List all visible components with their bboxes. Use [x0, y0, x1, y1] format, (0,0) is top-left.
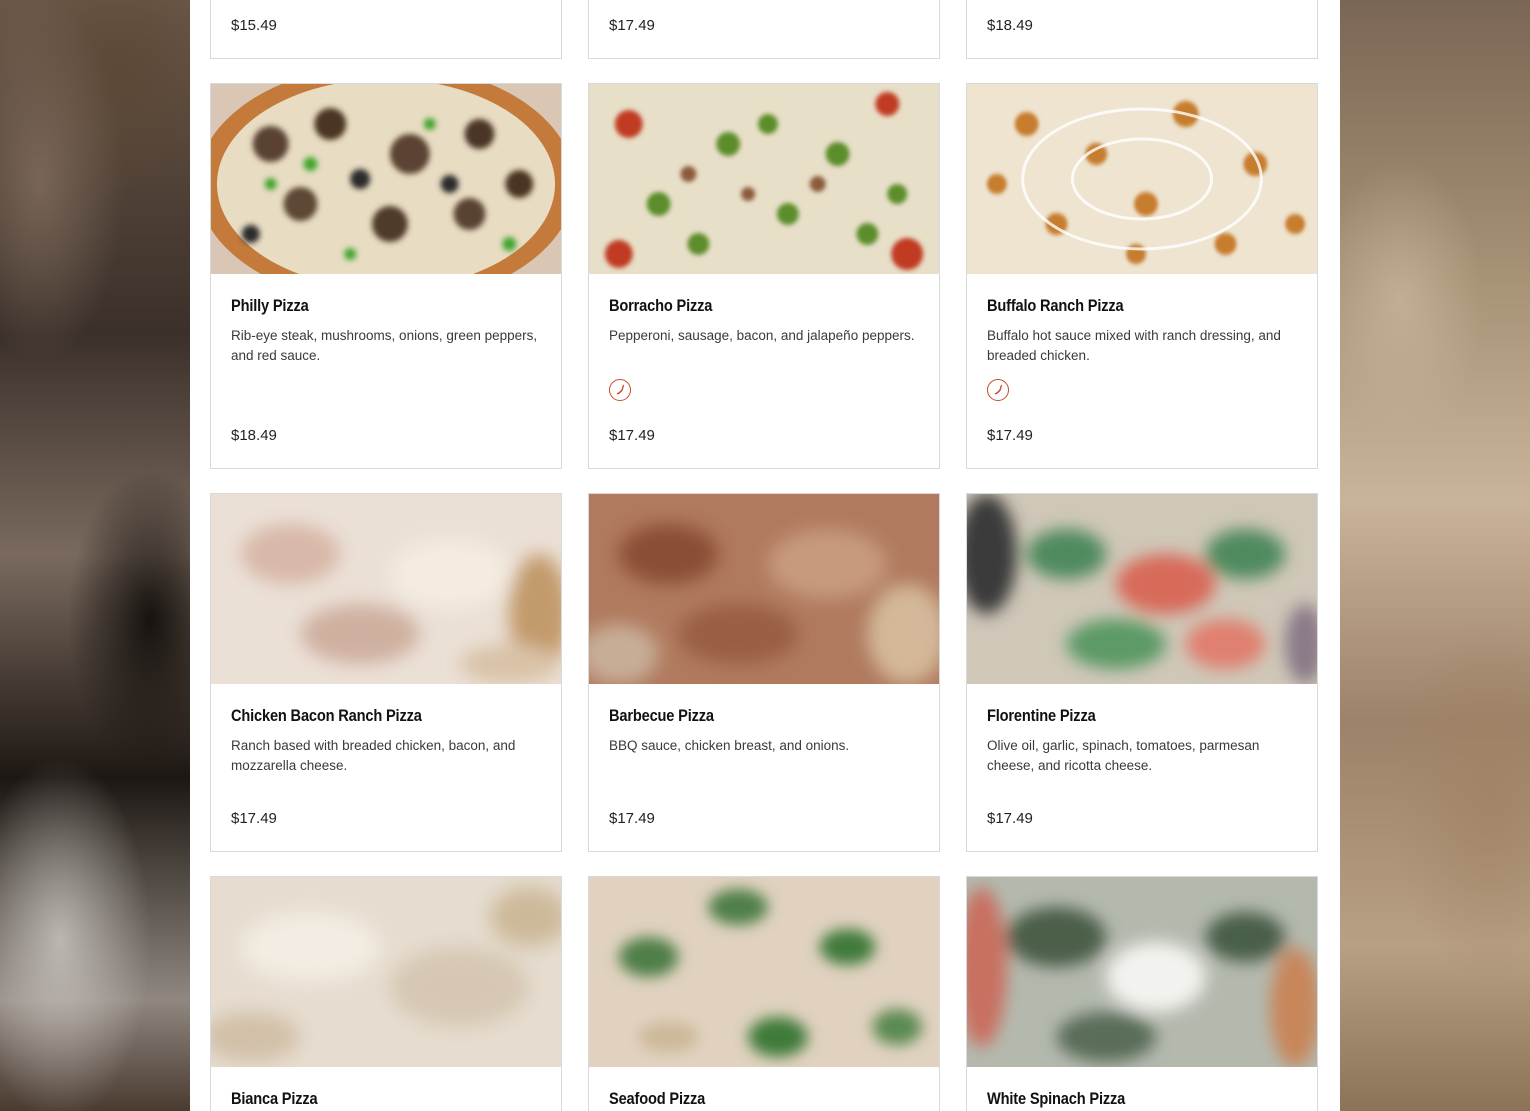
pizza-image[interactable]	[967, 877, 1317, 1067]
item-price: $17.49	[609, 17, 655, 34]
item-name: Chicken Bacon Ranch Pizza	[231, 706, 422, 725]
menu-card-seafood-pizza[interactable]: Seafood Pizza	[588, 876, 940, 1111]
item-price: $17.49	[609, 810, 655, 827]
menu-card-barbecue-pizza[interactable]: Barbecue Pizza BBQ sauce, chicken breast…	[588, 493, 940, 852]
item-description: Pepperoni, sausage, bacon, and jalapeño …	[609, 328, 915, 343]
item-price: $17.49	[609, 427, 655, 444]
menu-card-philly-pizza[interactable]: Philly Pizza Rib-eye steak, mushrooms, o…	[210, 83, 562, 469]
item-price: $18.49	[987, 17, 1033, 34]
menu-card-buffalo-ranch-pizza[interactable]: Buffalo Ranch Pizza Buffalo hot sauce mi…	[966, 83, 1318, 469]
background-right	[1340, 0, 1530, 1111]
item-price: $15.49	[231, 17, 277, 34]
pizza-image[interactable]	[589, 877, 939, 1067]
menu-card[interactable]: $17.49	[588, 0, 940, 59]
pizza-image[interactable]	[211, 877, 561, 1067]
pizza-image[interactable]	[589, 84, 939, 274]
item-name: White Spinach Pizza	[987, 1089, 1126, 1108]
item-price: $17.49	[987, 427, 1033, 444]
item-price: $18.49	[231, 427, 277, 444]
menu-card-chicken-bacon-ranch-pizza[interactable]: Chicken Bacon Ranch Pizza Ranch based wi…	[210, 493, 562, 852]
pizza-image[interactable]	[967, 494, 1317, 684]
menu-card-bianca-pizza[interactable]: Bianca Pizza	[210, 876, 562, 1111]
menu-section: $15.49 $17.49 $18.49 Philly Pizza Rib-ey…	[190, 0, 1340, 1111]
pizza-image[interactable]	[967, 84, 1317, 274]
item-description: Olive oil, garlic, spinach, tomatoes, pa…	[987, 738, 1260, 773]
item-name: Seafood Pizza	[609, 1089, 706, 1108]
background-left	[0, 0, 190, 1111]
pizza-image[interactable]	[589, 494, 939, 684]
item-price: $17.49	[231, 810, 277, 827]
menu-card[interactable]: $15.49	[210, 0, 562, 59]
item-name: Philly Pizza	[231, 296, 309, 315]
menu-card-borracho-pizza[interactable]: Borracho Pizza Pepperoni, sausage, bacon…	[588, 83, 940, 469]
menu-card-florentine-pizza[interactable]: Florentine Pizza Olive oil, garlic, spin…	[966, 493, 1318, 852]
pizza-image[interactable]	[211, 84, 561, 274]
item-name: Bianca Pizza	[231, 1089, 318, 1108]
chili-pepper-icon	[609, 379, 631, 401]
menu-card[interactable]: $18.49	[966, 0, 1318, 59]
item-description: Rib-eye steak, mushrooms, onions, green …	[231, 328, 538, 363]
item-name: Florentine Pizza	[987, 706, 1096, 725]
menu-card-white-spinach-pizza[interactable]: White Spinach Pizza	[966, 876, 1318, 1111]
item-description: Ranch based with breaded chicken, bacon,…	[231, 738, 516, 773]
chili-pepper-icon	[987, 379, 1009, 401]
item-name: Borracho Pizza	[609, 296, 713, 315]
item-description: BBQ sauce, chicken breast, and onions.	[609, 738, 850, 753]
item-description: Buffalo hot sauce mixed with ranch dress…	[987, 328, 1281, 363]
item-price: $17.49	[987, 810, 1033, 827]
item-name: Buffalo Ranch Pizza	[987, 296, 1124, 315]
item-name: Barbecue Pizza	[609, 706, 714, 725]
pizza-image[interactable]	[211, 494, 561, 684]
